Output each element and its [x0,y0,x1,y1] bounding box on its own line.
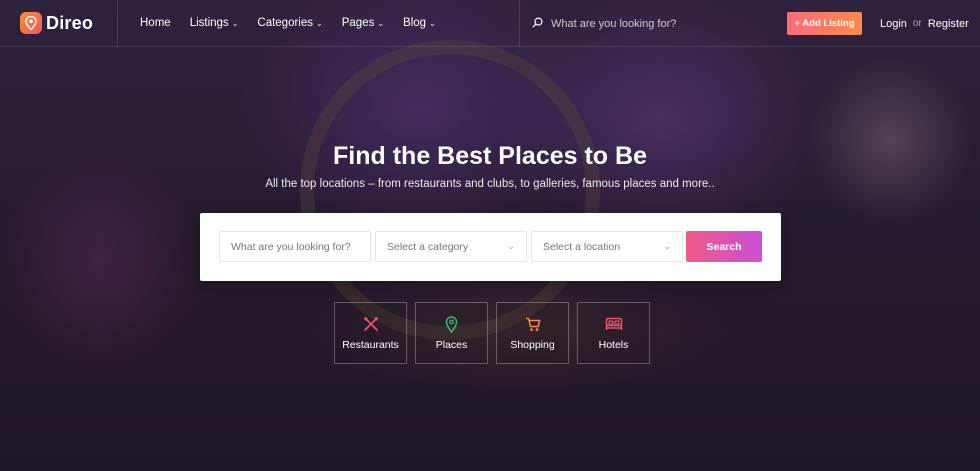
chevron-down-icon: ⌄ [316,18,323,28]
search-icon [532,15,543,33]
nav-pages[interactable]: Pages ⌄ [342,17,384,29]
nav-home[interactable]: Home [140,17,171,29]
login-link[interactable]: Login [880,18,907,30]
cart-icon [525,315,541,333]
site-header: Direo Home Listings ⌄ Categories ⌄ Pages… [0,0,980,47]
chevron-down-icon: ⌄ [231,18,239,28]
nav-blog[interactable]: Blog ⌄ [403,17,436,29]
category-label: Restaurants [342,339,399,351]
nav-listings-label: Listings [189,17,229,29]
main-nav: Home Listings ⌄ Categories ⌄ Pages ⌄ Blo… [140,0,455,47]
keyword-input[interactable] [231,240,359,253]
category-hotels[interactable]: Hotels [577,302,650,364]
category-restaurants[interactable]: Restaurants [334,302,407,364]
background-arch [300,40,600,340]
category-select-value: Select a category [387,240,469,253]
search-button[interactable]: Search [686,231,762,262]
category-select[interactable]: Select a category ⌄ [375,231,527,262]
category-label: Hotels [598,339,629,351]
logo-text: Direo [46,12,94,33]
category-label: Shopping [510,339,555,351]
chevron-down-icon: ⌄ [507,241,515,251]
category-shopping[interactable]: Shopping [496,302,569,364]
header-search-input[interactable] [551,17,751,30]
utensils-icon [363,315,379,333]
nav-pages-label: Pages [341,17,375,29]
nav-home-label: Home [140,17,171,29]
nav-categories[interactable]: Categories ⌄ [257,17,322,29]
bed-icon [605,315,623,333]
auth-separator: or [912,18,922,29]
category-tiles: Restaurants Places Shopping Hotels [334,302,658,364]
location-select[interactable]: Select a location ⌄ [531,231,683,262]
nav-blog-label: Blog [403,17,427,29]
nav-listings[interactable]: Listings ⌄ [190,17,239,29]
keyword-field[interactable] [219,231,371,262]
category-label: Places [435,339,468,351]
location-select-value: Select a location [543,240,621,253]
nav-categories-label: Categories [257,17,314,29]
map-pin-icon [445,315,458,333]
search-panel: Select a category ⌄ Select a location ⌄ … [200,213,781,281]
chevron-down-icon: ⌄ [377,18,385,28]
hero-title: Find the Best Places to Be [333,142,647,170]
chevron-down-icon: ⌄ [429,18,436,28]
logo-pin-icon [20,12,42,34]
chevron-down-icon: ⌄ [663,241,671,251]
logo[interactable]: Direo [0,0,118,47]
hero-subtitle: All the top locations – from restaurants… [265,178,715,190]
header-search [519,0,767,47]
category-places[interactable]: Places [415,302,488,364]
add-listing-button[interactable]: + Add Listing [787,12,862,35]
register-link[interactable]: Register [928,18,969,30]
auth-links: Login or Register [880,0,969,47]
